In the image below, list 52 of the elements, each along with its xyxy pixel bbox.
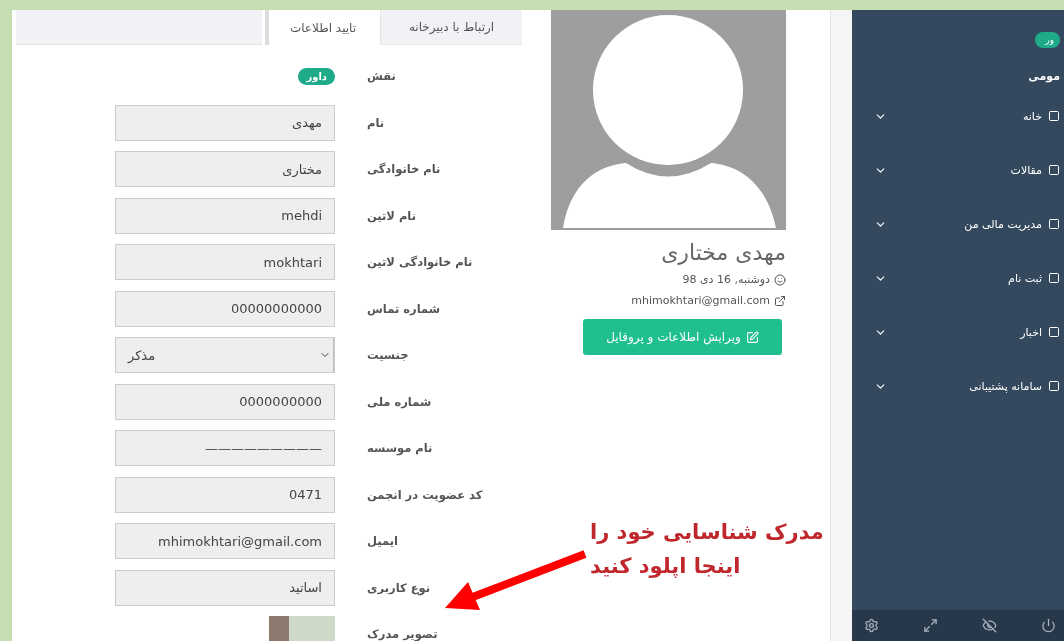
edit-icon	[745, 330, 759, 344]
field-label: نقش	[367, 69, 396, 83]
input-field[interactable]: —————————	[115, 430, 335, 466]
input-field[interactable]: 0471	[115, 476, 335, 513]
field-label: شماره تماس	[367, 301, 440, 316]
square-icon	[1048, 218, 1060, 230]
field-label: کد عضویت در انجمن	[367, 487, 483, 502]
profile-email: mhimokhtari@gmail.com	[631, 294, 770, 307]
menu-item[interactable]: اخبار	[852, 305, 1060, 359]
fullscreen-icon[interactable]	[923, 618, 938, 633]
square-icon	[1048, 380, 1060, 392]
menu-item[interactable]: مدیریت مالی من	[852, 197, 1060, 251]
field-label: نوع کاربری	[367, 580, 431, 595]
field-label: نام خانوادگی	[367, 162, 441, 176]
input-field[interactable]: 0000000000	[115, 383, 335, 420]
settings-icon[interactable]	[864, 618, 879, 633]
menu-item[interactable]: مقالات	[852, 143, 1060, 197]
field-label: شماره ملی	[367, 394, 432, 409]
square-icon	[1048, 326, 1060, 338]
input-field[interactable]: mehdi	[115, 197, 335, 234]
field-label: نام لاتین	[367, 208, 416, 223]
input-field[interactable]: mhimokhtari@gmail.com	[115, 523, 335, 559]
field-label: نام خانوادگی لاتین	[367, 255, 473, 269]
input-field[interactable]: mokhtari	[115, 244, 335, 280]
field-label: نام موسسه	[367, 441, 433, 455]
role-badge: ور	[1035, 32, 1060, 48]
field-label: ایمیل	[367, 534, 398, 548]
field-label: جنسیت	[367, 348, 409, 362]
menu-item[interactable]: سامانه پشتیبانی	[852, 359, 1060, 413]
annotation-text: اینجا اپلود کنید	[590, 554, 741, 578]
role-badge: داور	[298, 67, 335, 85]
input-field[interactable]: اساتید	[115, 569, 335, 606]
profile-name: مهدی مختاری	[661, 240, 786, 265]
section-title: مومی	[1028, 70, 1060, 83]
tab[interactable]: ارتباط با دبیرخانه	[380, 10, 522, 45]
field-label: نام	[367, 115, 385, 130]
select-field[interactable]: مذکر	[115, 337, 335, 373]
square-icon	[1048, 110, 1060, 122]
menu-item[interactable]: خانه	[852, 89, 1060, 143]
annotation-text: مدرک شناسایی خود را	[590, 520, 824, 544]
input-field[interactable]: 00000000000	[115, 290, 335, 327]
profile-date: دوشنبه, 16 دی 98	[682, 273, 770, 286]
power-icon[interactable]	[1041, 618, 1056, 633]
square-icon	[1048, 272, 1060, 284]
smile-icon	[774, 273, 786, 286]
square-icon	[1048, 164, 1060, 176]
eye-off-icon[interactable]	[982, 618, 997, 633]
menu-item[interactable]: ثبت نام	[852, 251, 1060, 305]
field-label: تصویر مدرک	[367, 627, 438, 641]
input-field[interactable]: مختاری	[115, 151, 335, 187]
input-field[interactable]: مهدی	[115, 104, 335, 141]
external-link-icon	[774, 294, 786, 307]
